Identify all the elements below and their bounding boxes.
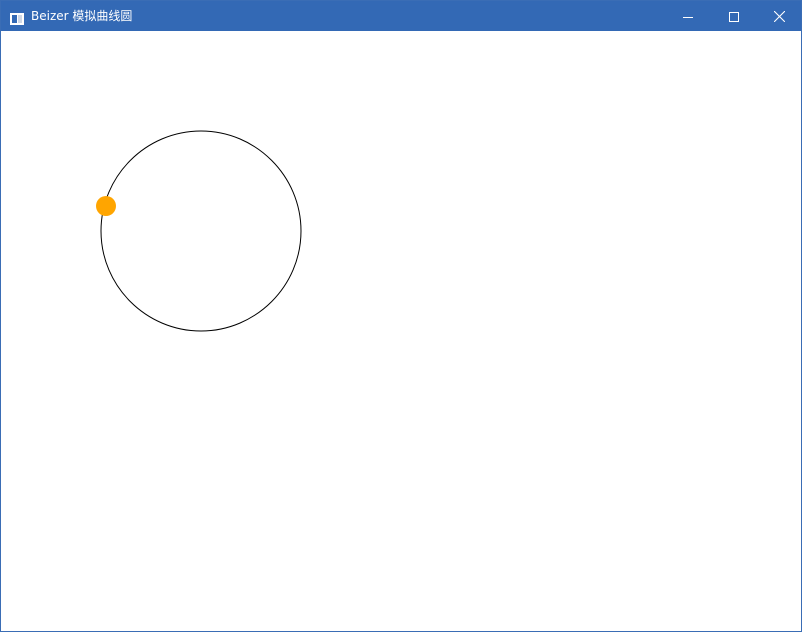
close-icon xyxy=(773,7,785,26)
application-window: Beizer 模拟曲线圆 xyxy=(0,0,802,632)
canvas-svg xyxy=(96,130,302,332)
moving-point-marker xyxy=(96,196,116,216)
maximize-button[interactable] xyxy=(711,1,757,31)
minimize-icon xyxy=(683,7,693,26)
window-title: Beizer 模拟曲线圆 xyxy=(31,9,133,23)
drawing-canvas[interactable] xyxy=(1,31,801,631)
window-app-icon xyxy=(10,10,24,25)
bezier-circle-curve xyxy=(100,130,302,332)
minimize-button[interactable] xyxy=(665,1,711,31)
close-button[interactable] xyxy=(756,1,802,31)
title-bar[interactable]: Beizer 模拟曲线圆 xyxy=(1,1,801,31)
maximize-icon xyxy=(729,7,739,26)
